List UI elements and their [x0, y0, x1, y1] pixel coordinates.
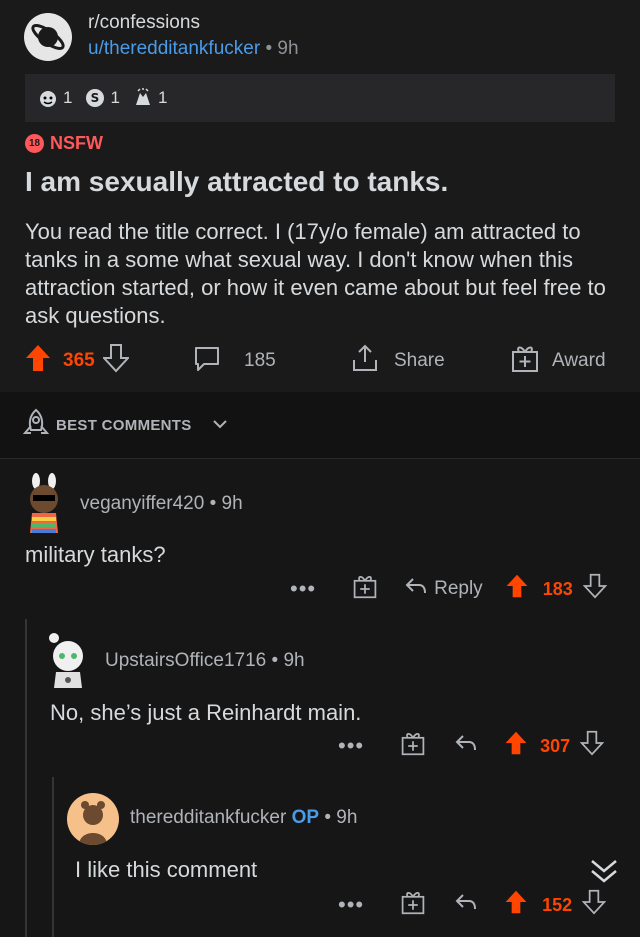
comment-meta: theredditankfucker OP • 9h	[130, 807, 357, 829]
upvote-icon[interactable]	[25, 343, 51, 379]
comment-text: military tanks?	[25, 542, 166, 567]
post-actions: 365 185 Share Award	[0, 340, 640, 382]
more-options-icon[interactable]: •••	[338, 892, 364, 918]
comment-bubble-icon	[192, 343, 222, 379]
comment-sort-bar[interactable]: BEST COMMENTS	[0, 392, 640, 459]
nsfw-badge-icon: 18	[25, 134, 44, 153]
award-item[interactable]: S 1	[84, 87, 120, 109]
post-meta: u/theredditankfucker • 9h	[88, 38, 299, 60]
svg-text:S: S	[91, 91, 100, 105]
post-body: You read the title correct. I (17y/o fem…	[25, 219, 606, 328]
award-hands-icon	[132, 87, 154, 109]
upvote-icon[interactable]	[504, 730, 528, 762]
award-count: 1	[110, 88, 120, 107]
avatar[interactable]	[42, 632, 94, 688]
award-button[interactable]: Award	[510, 340, 606, 382]
comment-vote-count: 152	[542, 894, 573, 915]
separator: •	[209, 493, 217, 514]
avatar[interactable]	[67, 793, 119, 845]
post-comment-count: 185	[244, 350, 276, 371]
comment-actions: ••• Reply 183	[290, 571, 608, 607]
comment-text: I like this comment	[75, 857, 258, 882]
downvote-icon[interactable]	[581, 889, 607, 921]
comments-section: veganyiffer420 • 9h military tanks? ••• …	[0, 459, 640, 937]
award-label: Award	[552, 350, 606, 371]
comment-author[interactable]: theredditankfucker	[130, 807, 286, 828]
planet-icon	[31, 24, 65, 50]
reply-arrow-icon[interactable]	[454, 891, 478, 919]
post-vote-count: 365	[63, 350, 95, 371]
upvote-icon[interactable]	[504, 889, 528, 921]
reply-arrow-icon	[404, 575, 428, 603]
reply-label: Reply	[434, 578, 483, 599]
more-options-icon[interactable]: •••	[338, 733, 364, 759]
award-item[interactable]: 1	[37, 87, 72, 109]
more-options-icon[interactable]: •••	[290, 576, 316, 602]
avatar[interactable]	[18, 473, 70, 533]
award-count: 1	[63, 88, 73, 107]
gift-icon[interactable]	[400, 889, 426, 921]
post-card: r/confessions u/theredditankfucker • 9h …	[0, 0, 640, 392]
separator: •	[271, 650, 279, 671]
comment-age: 9h	[221, 493, 243, 514]
comments-button[interactable]: 185	[192, 340, 276, 382]
upvote-icon[interactable]	[505, 573, 529, 605]
downvote-icon[interactable]	[101, 343, 130, 379]
award-count: 1	[157, 88, 168, 107]
gift-icon[interactable]	[352, 573, 378, 605]
thread-line[interactable]	[52, 777, 54, 937]
comment-vote-count: 307	[540, 735, 571, 756]
chevron-down-icon	[212, 417, 228, 436]
gift-icon[interactable]	[400, 730, 426, 762]
thread-line[interactable]	[25, 619, 27, 937]
sort-label: BEST COMMENTS	[56, 417, 192, 434]
rocket-icon	[22, 408, 50, 443]
share-icon	[350, 343, 380, 379]
subreddit-name[interactable]: r/confessions	[88, 12, 200, 34]
comment-author[interactable]: veganyiffer420	[80, 493, 204, 514]
awards-bar[interactable]: 1 S 1 1	[25, 74, 615, 122]
share-label: Share	[394, 350, 445, 371]
vote-group: 365	[25, 340, 130, 382]
comment-meta: UpstairsOffice1716 • 9h	[105, 650, 305, 672]
op-badge: OP	[291, 807, 320, 828]
reply-button[interactable]: Reply	[404, 575, 483, 603]
reply-arrow-icon[interactable]	[454, 732, 478, 760]
downvote-icon[interactable]	[582, 573, 608, 605]
award-face-icon	[37, 87, 59, 109]
post-title: I am sexually attracted to tanks.	[25, 166, 449, 197]
comment-author[interactable]: UpstairsOffice1716	[105, 650, 266, 671]
share-button[interactable]: Share	[350, 340, 445, 382]
post-age: 9h	[277, 38, 299, 59]
separator: •	[324, 807, 331, 828]
separator: •	[265, 38, 273, 59]
comment-actions: ••• 307	[338, 728, 605, 764]
award-item[interactable]: 1	[132, 87, 167, 109]
comment-text: No, she’s just a Reinhardt main.	[50, 700, 362, 725]
comment-actions: ••• 152	[338, 887, 607, 923]
downvote-icon[interactable]	[579, 730, 605, 762]
comment-age: 9h	[283, 650, 305, 671]
gift-icon	[510, 343, 540, 379]
comment-age: 9h	[336, 807, 358, 828]
nsfw-tag: 18 NSFW	[25, 133, 103, 154]
comment-meta: veganyiffer420 • 9h	[80, 493, 243, 515]
subreddit-icon[interactable]	[24, 13, 72, 61]
comment-vote-count: 183	[542, 578, 573, 599]
award-coin-icon: S	[84, 87, 106, 109]
post-author[interactable]: u/theredditankfucker	[88, 38, 260, 59]
nsfw-label: NSFW	[50, 133, 103, 153]
